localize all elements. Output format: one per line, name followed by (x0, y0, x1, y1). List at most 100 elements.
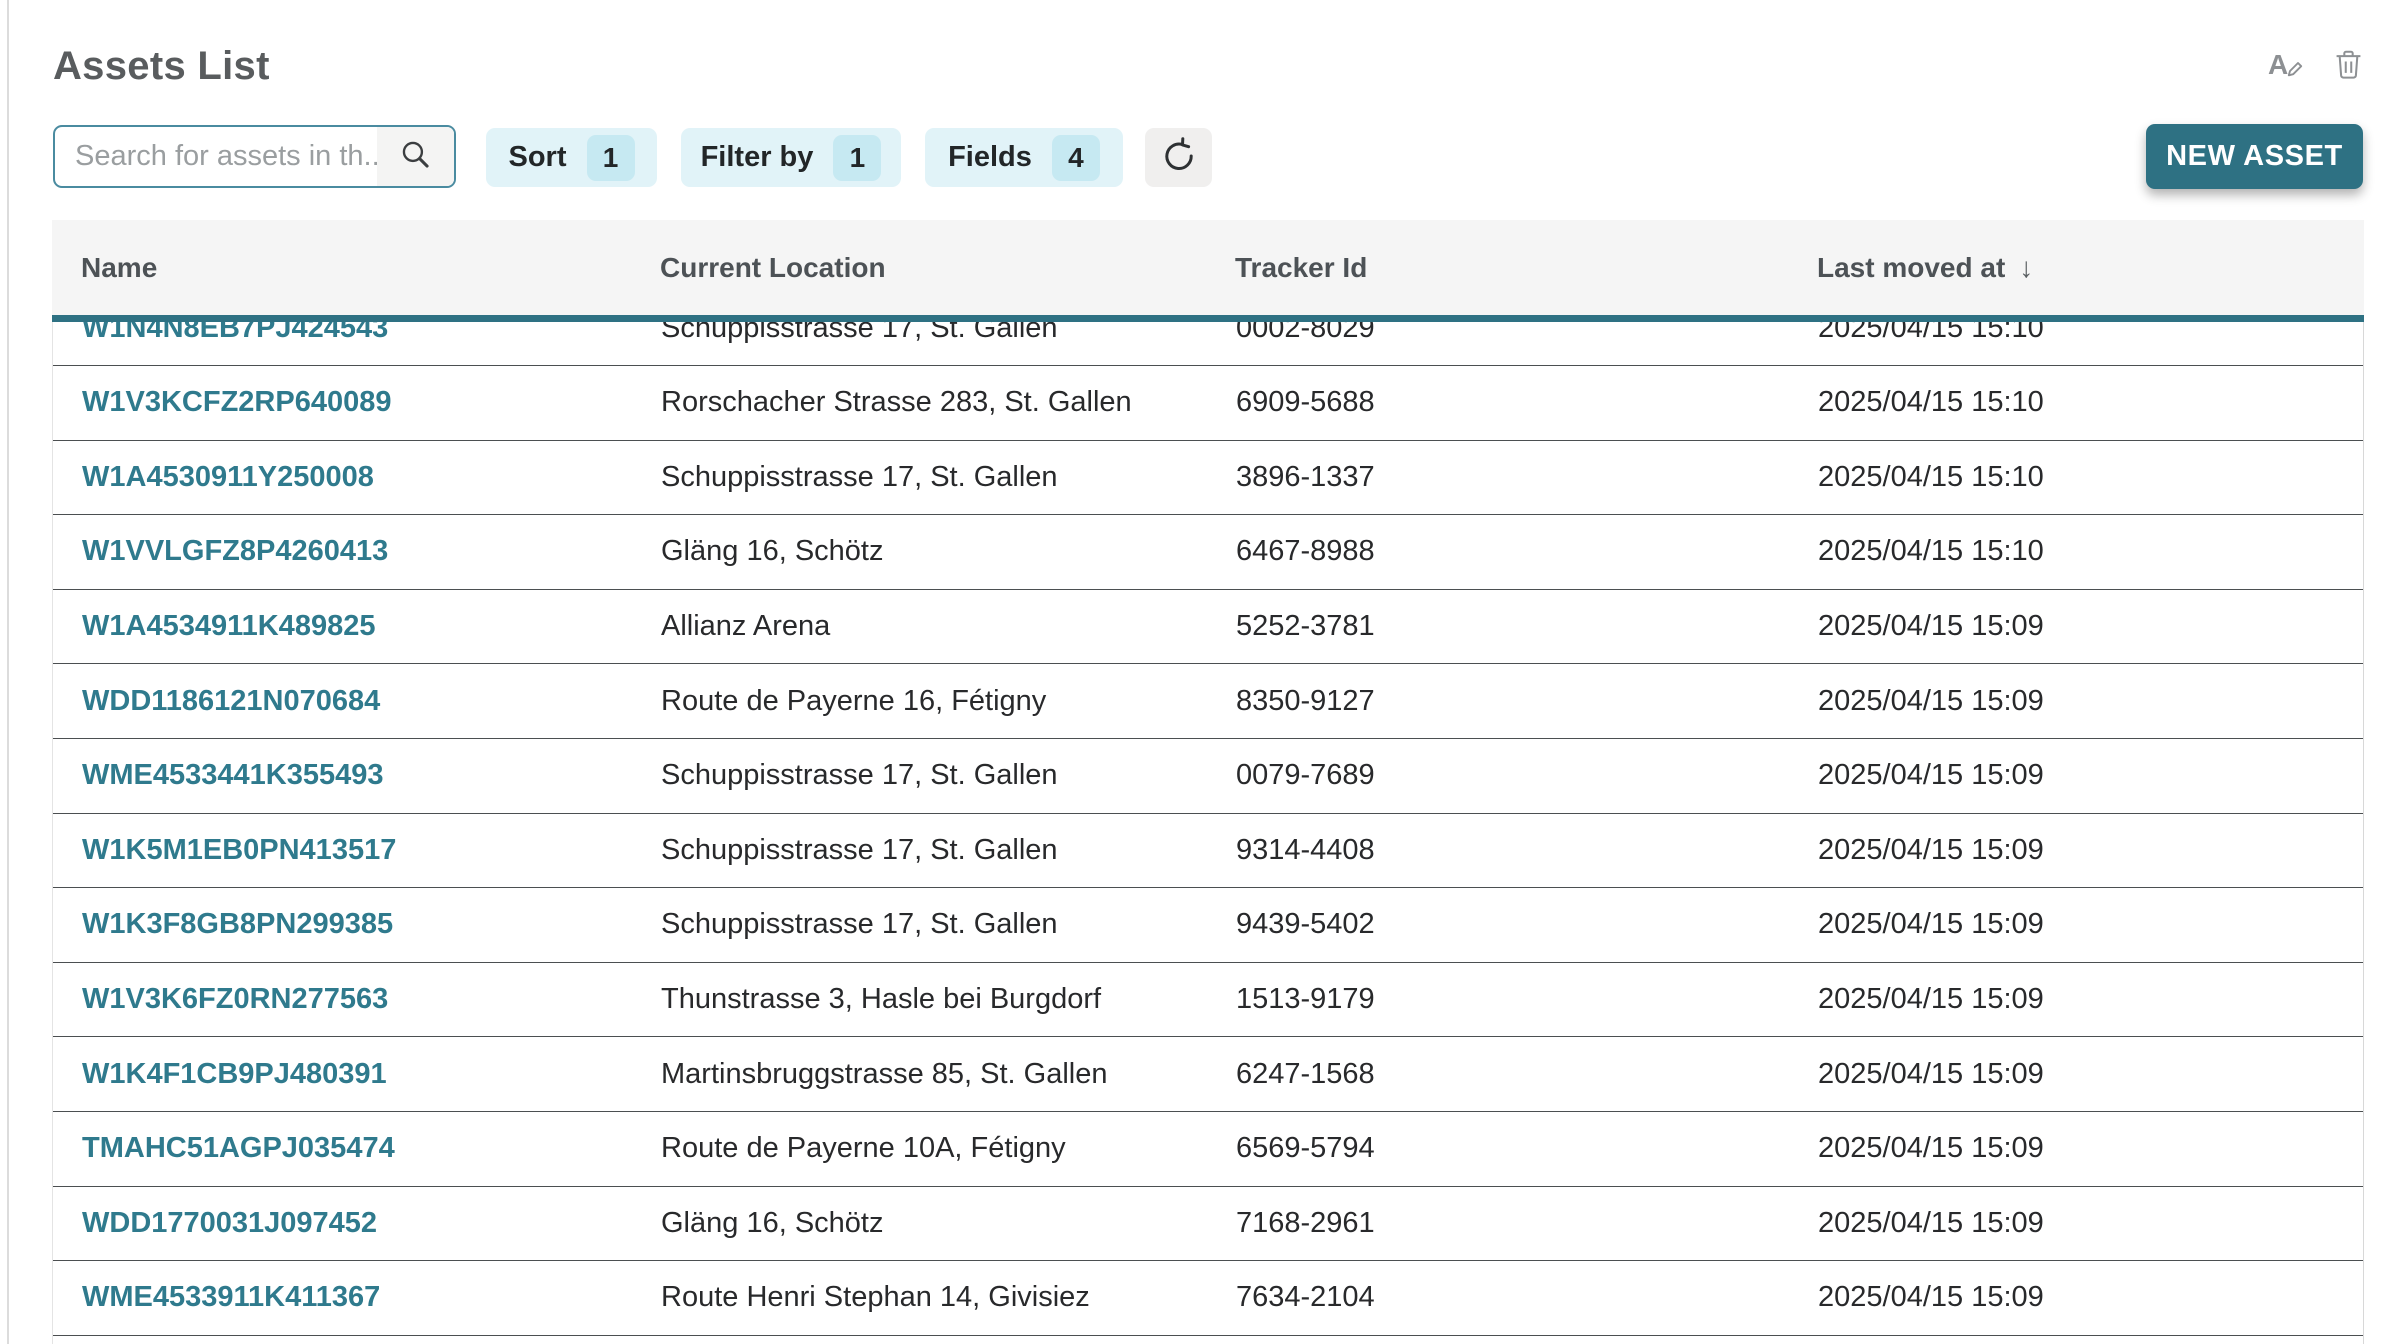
asset-name-link[interactable]: W1N4N8EB7PJ424543 (53, 322, 661, 345)
asset-tracker-id: 5252-3781 (1236, 610, 1818, 643)
asset-tracker-id: 9314-4408 (1236, 834, 1818, 867)
refresh-icon (1160, 137, 1198, 178)
asset-tracker-id: 7168-2961 (1236, 1207, 1818, 1240)
asset-last-moved-at: 2025/04/15 15:10 (1818, 322, 2363, 345)
asset-last-moved-at: 2025/04/15 15:09 (1818, 834, 2363, 867)
sort-desc-icon: ↓ (2019, 252, 2033, 283)
new-asset-button[interactable]: NEW ASSET (2146, 124, 2363, 189)
table-row: W1A4530911Y250008Schuppisstrasse 17, St.… (53, 441, 2363, 516)
asset-name-link[interactable]: WME4533441K355493 (53, 759, 661, 792)
asset-last-moved-at: 2025/04/15 15:10 (1818, 461, 2363, 494)
asset-last-moved-at: 2025/04/15 15:09 (1818, 759, 2363, 792)
asset-current-location: Gläng 16, Schötz (661, 535, 1236, 568)
asset-name-link[interactable]: W1K5M1EB0PN413517 (53, 834, 661, 867)
sort-button[interactable]: Sort 1 (486, 128, 657, 187)
filter-by-button-label: Filter by (701, 141, 814, 174)
asset-current-location: Gläng 16, Schötz (661, 1207, 1236, 1240)
refresh-button[interactable] (1145, 128, 1212, 187)
table-row: W1K3F8GB8PN299385Schuppisstrasse 17, St.… (53, 888, 2363, 963)
column-header-tracker-id[interactable]: Tracker Id (1235, 252, 1817, 284)
asset-name-link[interactable]: WDD1770031J097452 (53, 1207, 661, 1240)
asset-tracker-id: 6247-1568 (1236, 1058, 1818, 1091)
asset-name-link[interactable]: TMAHC51AGPJ035474 (53, 1132, 661, 1165)
fields-button-label: Fields (948, 141, 1032, 174)
table-row: W1A4534911K489825Allianz Arena5252-37812… (53, 590, 2363, 665)
table-row: W1K4F1CB9PJ480391Martinsbruggstrasse 85,… (53, 1037, 2363, 1112)
table-row: TMAHC51AGPJ035474Route de Payerne 10A, F… (53, 1112, 2363, 1187)
asset-current-location: Schuppisstrasse 17, St. Gallen (661, 759, 1236, 792)
page-title: Assets List (53, 44, 270, 89)
asset-name-link[interactable]: W1VVLGFZ8P4260413 (53, 535, 661, 568)
column-header-current-location[interactable]: Current Location (660, 252, 1235, 284)
asset-current-location: Route de Payerne 16, Fétigny (661, 685, 1236, 718)
asset-current-location: Schuppisstrasse 17, St. Gallen (661, 834, 1236, 867)
table-row: W1VVLGFZ8P4260413Gläng 16, Schötz6467-89… (53, 515, 2363, 590)
delete-asset-button[interactable] (2334, 49, 2363, 83)
table-rows: W1N4N8EB7PJ424543 Schuppisstrasse 17, St.… (52, 322, 2364, 1344)
asset-name-link[interactable]: W1V3K6FZ0RN277563 (53, 983, 661, 1016)
asset-current-location: Allianz Arena (661, 610, 1236, 643)
asset-last-moved-at: 2025/04/15 15:10 (1818, 535, 2363, 568)
asset-last-moved-at: 2025/04/15 15:09 (1818, 908, 2363, 941)
asset-last-moved-at: 2025/04/15 15:09 (1818, 983, 2363, 1016)
rename-asset-button[interactable]: A (2268, 48, 2306, 84)
asset-tracker-id: 3896-1337 (1236, 461, 1818, 494)
asset-last-moved-at: 2025/04/15 15:09 (1818, 610, 2363, 643)
asset-name-link[interactable]: W1V3KCFZ2RP640089 (53, 386, 661, 419)
asset-last-moved-at: 2025/04/15 15:09 (1818, 1058, 2363, 1091)
table-row: WME4533911K411367Route Henri Stephan 14,… (53, 1261, 2363, 1336)
search-input[interactable] (55, 127, 377, 186)
trash-icon (2334, 49, 2363, 83)
table-row: WDD1186121N070684Route de Payerne 16, Fé… (53, 664, 2363, 739)
asset-tracker-id: 9439-5402 (1236, 908, 1818, 941)
header-actions: A (2268, 48, 2363, 84)
asset-current-location: Rorschacher Strasse 283, St. Gallen (661, 386, 1236, 419)
filter-count-badge: 1 (833, 135, 881, 181)
asset-last-moved-at: 2025/04/15 15:09 (1818, 685, 2363, 718)
table-row: W1K5M1EB0PN413517Schuppisstrasse 17, St.… (53, 814, 2363, 889)
asset-name-link[interactable]: W1A4530911Y250008 (53, 461, 661, 494)
asset-tracker-id: 6909-5688 (1236, 386, 1818, 419)
assets-table: Name Current Location Tracker Id Last mo… (52, 220, 2364, 1344)
table-header: Name Current Location Tracker Id Last mo… (52, 220, 2364, 322)
asset-current-location: Schuppisstrasse 17, St. Gallen (661, 461, 1236, 494)
panel-divider (7, 0, 9, 1344)
asset-tracker-id: 0079-7689 (1236, 759, 1818, 792)
asset-tracker-id: 6467-8988 (1236, 535, 1818, 568)
asset-last-moved-at: 2025/04/15 15:09 (1818, 1132, 2363, 1165)
asset-tracker-id: 8350-9127 (1236, 685, 1818, 718)
asset-name-link[interactable]: W1K3F8GB8PN299385 (53, 908, 661, 941)
fields-count-badge: 4 (1052, 135, 1100, 181)
column-header-name[interactable]: Name (52, 252, 660, 284)
asset-current-location: Martinsbruggstrasse 85, St. Gallen (661, 1058, 1236, 1091)
search-box (53, 125, 456, 188)
table-row: W1V3KCFZ2RP640089Rorschacher Strasse 283… (53, 366, 2363, 441)
fields-button[interactable]: Fields 4 (925, 128, 1123, 187)
asset-last-moved-at: 2025/04/15 15:09 (1818, 1281, 2363, 1314)
asset-current-location: Schuppisstrasse 17, St. Gallen (661, 908, 1236, 941)
asset-tracker-id: 0002-8029 (1236, 322, 1818, 345)
table-row: WME4533441K355493Schuppisstrasse 17, St.… (53, 739, 2363, 814)
search-icon (399, 138, 432, 176)
asset-last-moved-at: 2025/04/15 15:10 (1818, 386, 2363, 419)
asset-name-link[interactable]: WDD1186121N070684 (53, 685, 661, 718)
filter-by-button[interactable]: Filter by 1 (681, 128, 901, 187)
column-header-last-moved-label: Last moved at (1817, 252, 2005, 283)
sort-button-label: Sort (509, 141, 567, 174)
asset-last-moved-at: 2025/04/15 15:09 (1818, 1207, 2363, 1240)
asset-name-link[interactable]: W1A4534911K489825 (53, 610, 661, 643)
table-row: WDD1770031J097452Gläng 16, Schötz7168-29… (53, 1187, 2363, 1262)
table-row: W1V3K6FZ0RN277563Thunstrasse 3, Hasle be… (53, 963, 2363, 1038)
asset-current-location: Thunstrasse 3, Hasle bei Burgdorf (661, 983, 1236, 1016)
rename-icon: A (2268, 48, 2306, 84)
svg-text:A: A (2268, 49, 2288, 80)
asset-tracker-id: 6569-5794 (1236, 1132, 1818, 1165)
sort-count-badge: 1 (587, 135, 635, 181)
search-button[interactable] (377, 127, 454, 186)
asset-name-link[interactable]: W1K4F1CB9PJ480391 (53, 1058, 661, 1091)
asset-current-location: Route Henri Stephan 14, Givisiez (661, 1281, 1236, 1314)
asset-tracker-id: 1513-9179 (1236, 983, 1818, 1016)
column-header-last-moved-at[interactable]: Last moved at ↓ (1817, 252, 2364, 284)
asset-name-link[interactable]: WME4533911K411367 (53, 1281, 661, 1314)
asset-tracker-id: 7634-2104 (1236, 1281, 1818, 1314)
